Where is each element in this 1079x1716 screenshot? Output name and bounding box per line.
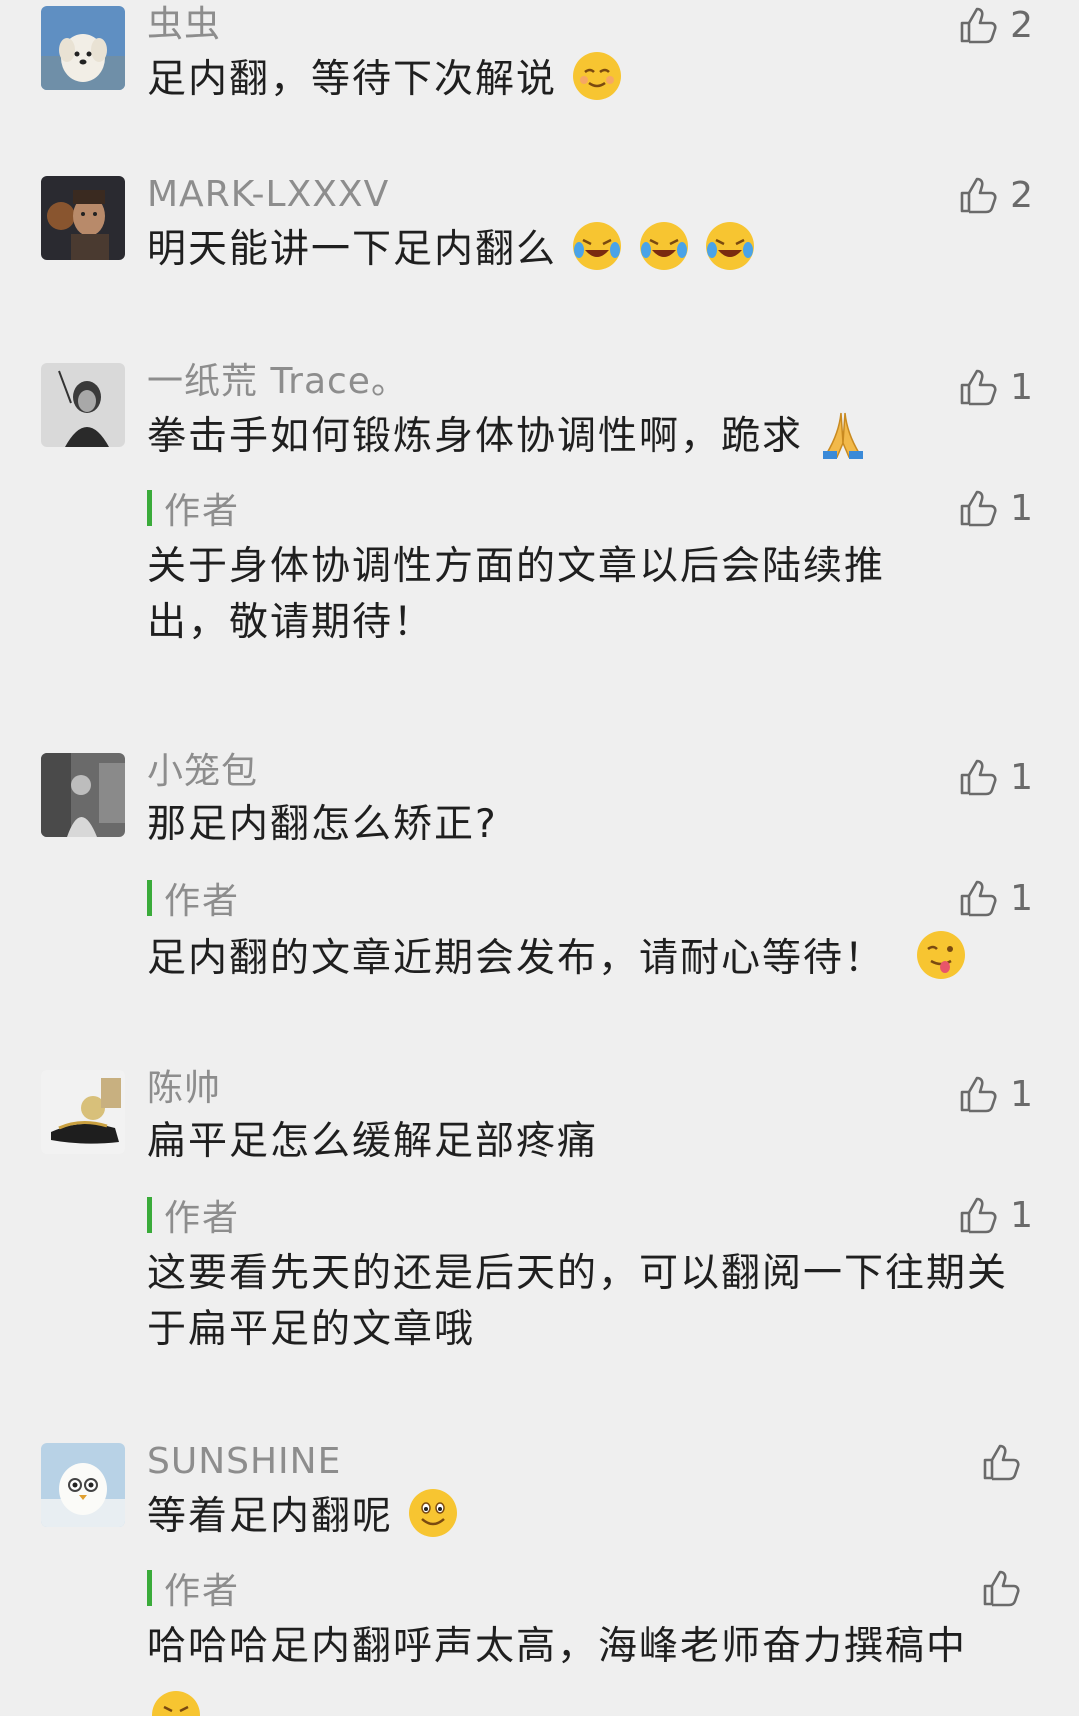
like-count: 1 — [1010, 366, 1033, 408]
crying-laughing-emoji-icon — [704, 220, 756, 272]
comment-text: 明天能讲一下足内翻么 — [147, 220, 1027, 278]
commenter-name: 一纸荒 Trace。 — [147, 361, 408, 402]
commenter-name: 小笼包 — [147, 751, 259, 792]
author-indicator — [147, 880, 152, 916]
avatar[interactable] — [41, 6, 125, 90]
author-tag: 作者 — [164, 1198, 241, 1239]
author-indicator — [147, 1570, 152, 1606]
reply-text: 关于身体协调性方面的文章以后会陆续推出，敬请期待！ — [147, 544, 886, 645]
comment-text: 足内翻，等待下次解说 — [147, 50, 1027, 108]
like-count: 1 — [1010, 487, 1033, 529]
thumbs-up-icon — [956, 173, 1000, 217]
pray-emoji-icon — [817, 407, 869, 459]
like-button[interactable]: 1 — [956, 752, 1033, 802]
like-count: 1 — [1010, 1073, 1033, 1115]
thumbs-up-icon — [956, 876, 1000, 920]
like-count: 2 — [1010, 174, 1033, 216]
commenter-name: 陈帅 — [147, 1068, 222, 1109]
thumbs-up-icon — [956, 486, 1000, 530]
reply-text: 足内翻的文章近期会发布，请耐心等待！ — [147, 929, 1027, 987]
thumbs-up-icon — [956, 365, 1000, 409]
avatar[interactable] — [41, 1443, 125, 1527]
like-count: 1 — [1010, 1194, 1033, 1236]
partial-emoji-icon — [150, 1689, 202, 1716]
reply-like-button[interactable]: 1 — [956, 873, 1033, 923]
thumbs-up-icon — [956, 1072, 1000, 1116]
avatar[interactable] — [41, 363, 125, 447]
comment-body: 等着足内翻呢 — [147, 1494, 394, 1539]
commenter-name: MARK-LXXXV — [147, 174, 390, 215]
wink-tongue-emoji-icon — [915, 929, 967, 981]
comment-text: 等着足内翻呢 — [147, 1487, 1027, 1545]
comment-body: 明天能讲一下足内翻么 — [147, 227, 558, 272]
author-indicator — [147, 490, 152, 526]
avatar[interactable] — [41, 176, 125, 260]
comment-text: 那足内翻怎么矫正? — [147, 802, 498, 847]
avatar[interactable] — [41, 753, 125, 837]
comment-body: 足内翻，等待下次解说 — [147, 57, 558, 102]
thumbs-up-icon — [956, 3, 1000, 47]
crying-laughing-emoji-icon — [638, 220, 690, 272]
reply-like-button[interactable]: 1 — [956, 483, 1033, 533]
author-reply-label: 作者 — [147, 1563, 240, 1613]
like-count: 1 — [1010, 877, 1033, 919]
like-button[interactable]: 1 — [956, 1069, 1033, 1119]
author-tag: 作者 — [164, 491, 241, 532]
like-button[interactable]: 2 — [956, 170, 1033, 220]
commenter-name: SUNSHINE — [147, 1441, 342, 1482]
like-button[interactable] — [979, 1437, 1033, 1487]
like-count: 2 — [1010, 4, 1033, 46]
like-count: 1 — [1010, 756, 1033, 798]
reply-like-button[interactable]: 1 — [956, 1190, 1033, 1240]
avatar[interactable] — [41, 1070, 125, 1154]
comment-text: 扁平足怎么缓解足部疼痛 — [147, 1119, 599, 1164]
reply-text: 哈哈哈足内翻呼声太高，海峰老师奋力撰稿中 — [147, 1624, 968, 1669]
comment-body: 拳击手如何锻炼身体协调性啊，跪求 — [147, 414, 804, 459]
thumbs-up-icon — [979, 1440, 1023, 1484]
author-reply-label: 作者 — [147, 1190, 240, 1240]
comment-text: 拳击手如何锻炼身体协调性啊，跪求 — [147, 407, 1027, 465]
thumbs-up-icon — [956, 755, 1000, 799]
like-button[interactable]: 2 — [956, 0, 1033, 50]
like-button[interactable]: 1 — [956, 362, 1033, 412]
reply-text: 这要看先天的还是后天的，可以翻阅一下往期关于扁平足的文章哦 — [147, 1251, 1009, 1352]
commenter-name: 虫虫 — [147, 4, 222, 45]
reply-like-button[interactable] — [979, 1563, 1033, 1613]
grin-emoji-icon — [407, 1487, 459, 1539]
author-tag: 作者 — [164, 881, 241, 922]
thumbs-up-icon — [979, 1566, 1023, 1610]
smile-emoji-icon — [571, 50, 623, 102]
thumbs-up-icon — [956, 1193, 1000, 1237]
author-reply-label: 作者 — [147, 483, 240, 533]
reply-body: 足内翻的文章近期会发布，请耐心等待！ — [147, 936, 886, 981]
author-reply-label: 作者 — [147, 873, 240, 923]
crying-laughing-emoji-icon — [571, 220, 623, 272]
author-indicator — [147, 1197, 152, 1233]
author-tag: 作者 — [164, 1571, 241, 1612]
